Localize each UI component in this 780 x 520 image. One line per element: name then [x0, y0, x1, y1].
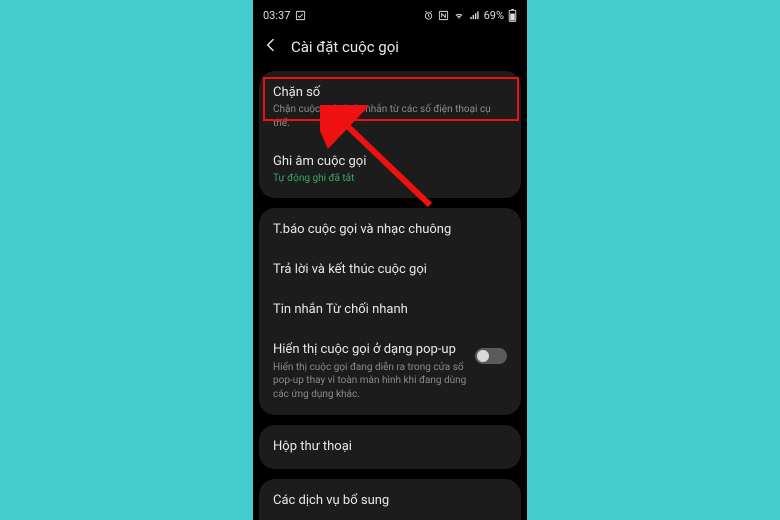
- item-subtitle: Hiển thị cuộc gọi đang diễn ra trong cửa…: [273, 361, 467, 402]
- alarm-icon: [423, 10, 434, 21]
- settings-group-2: T.báo cuộc gọi và nhạc chuông Trả lời và…: [259, 208, 521, 416]
- clock: 03:37: [263, 9, 290, 22]
- popup-toggle[interactable]: [475, 348, 507, 364]
- item-block-numbers[interactable]: Chặn số Chặn cuộc gọi và tin nhắn từ các…: [259, 73, 521, 142]
- nfc-icon: [438, 10, 449, 21]
- back-button[interactable]: [263, 37, 279, 57]
- battery-pct: 69%: [484, 9, 504, 22]
- item-subtitle: Chặn cuộc gọi và tin nhắn từ các số điện…: [273, 103, 507, 130]
- item-title: Ghi âm cuộc gọi: [273, 154, 507, 170]
- item-title: Hộp thư thoại: [273, 439, 507, 455]
- signal-icon: [469, 10, 480, 21]
- item-title: Chặn số: [273, 85, 507, 101]
- item-title: Trả lời và kết thúc cuộc gọi: [273, 262, 507, 278]
- item-title: Hiển thị cuộc gọi ở dạng pop-up: [273, 342, 467, 358]
- page-header: Cài đặt cuộc gọi: [253, 27, 527, 71]
- screenshot-icon: [295, 10, 306, 21]
- item-quick-decline[interactable]: Tin nhắn Từ chối nhanh: [259, 290, 521, 330]
- item-subtitle: Tự động ghi đã tắt: [273, 173, 507, 184]
- item-title: Các dịch vụ bổ sung: [273, 493, 507, 509]
- item-supplementary[interactable]: Các dịch vụ bổ sung: [259, 481, 521, 520]
- item-voicemail[interactable]: Hộp thư thoại: [259, 427, 521, 467]
- item-answer-end[interactable]: Trả lời và kết thúc cuộc gọi: [259, 250, 521, 290]
- settings-group-1: Chặn số Chặn cuộc gọi và tin nhắn từ các…: [259, 71, 521, 198]
- phone-screen: 03:37 69% Cài: [253, 0, 527, 520]
- item-call-alerts[interactable]: T.báo cuộc gọi và nhạc chuông: [259, 210, 521, 250]
- settings-group-3: Hộp thư thoại: [259, 425, 521, 469]
- settings-group-4: Các dịch vụ bổ sung Cài đặt cuộc gọi khá…: [259, 479, 521, 520]
- wifi-icon: [453, 10, 465, 21]
- item-title: Tin nhắn Từ chối nhanh: [273, 302, 507, 318]
- item-popup-calls[interactable]: Hiển thị cuộc gọi ở dạng pop-up Hiển thị…: [259, 330, 521, 413]
- status-bar: 03:37 69%: [253, 0, 527, 27]
- battery-icon: [508, 9, 517, 22]
- page-title: Cài đặt cuộc gọi: [291, 38, 399, 56]
- item-title: T.báo cuộc gọi và nhạc chuông: [273, 222, 507, 238]
- item-call-recording[interactable]: Ghi âm cuộc gọi Tự động ghi đã tắt: [259, 142, 521, 195]
